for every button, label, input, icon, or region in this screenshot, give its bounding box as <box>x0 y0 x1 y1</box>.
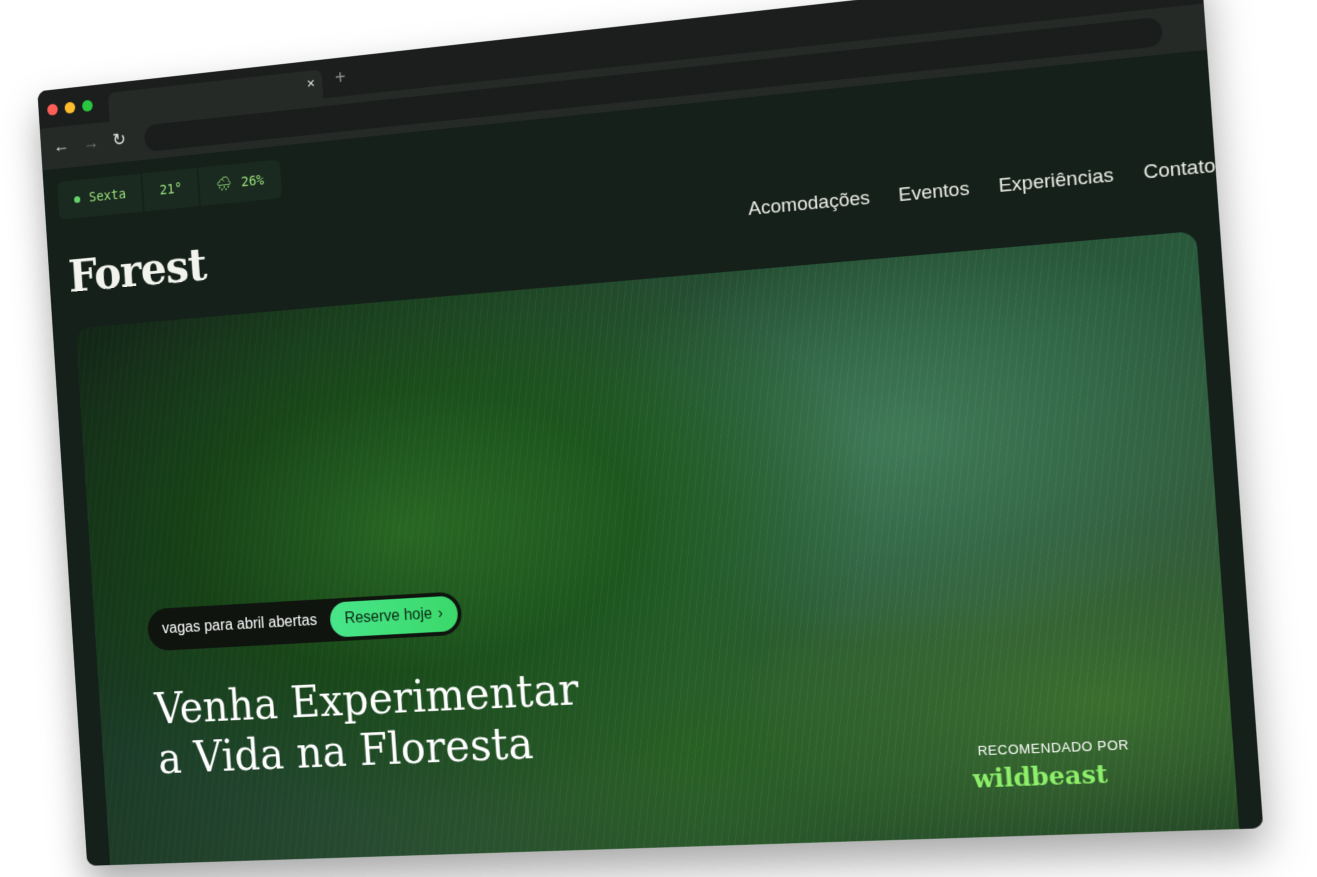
maximize-window-button[interactable] <box>81 99 94 113</box>
nav-item-events[interactable]: Eventos <box>898 178 970 207</box>
main-nav: Acomodações Eventos Experiências Contato <box>748 155 1217 221</box>
hero-headline: Venha Experimentar a Vida na Floresta <box>153 664 584 785</box>
window-controls <box>46 99 94 116</box>
nav-item-accommodations[interactable]: Acomodações <box>748 188 871 222</box>
nav-item-experiences[interactable]: Experiências <box>998 165 1115 199</box>
new-tab-button[interactable]: + <box>334 67 346 90</box>
chevron-right-icon: › <box>437 605 444 623</box>
close-tab-icon[interactable]: × <box>306 75 315 92</box>
weather-day: Sexta <box>88 186 127 206</box>
announcement-text: vagas para abril abertas <box>161 612 318 638</box>
back-icon[interactable]: ← <box>53 135 70 156</box>
reserve-button[interactable]: Reserve hoje › <box>328 595 460 638</box>
browser-window: × + ⋮ ← → ↻ Sexta 21° <box>37 0 1264 866</box>
status-dot-icon <box>73 195 81 203</box>
forward-icon[interactable]: → <box>82 132 99 154</box>
reload-icon[interactable]: ↻ <box>112 129 127 150</box>
site-logo[interactable]: Forest <box>67 238 208 302</box>
close-window-button[interactable] <box>46 103 59 116</box>
weather-temp-cell: 21° <box>142 167 202 212</box>
website: Sexta 21° 🌧 26% Forest Acomodações Event… <box>42 49 1264 866</box>
weather-widget: Sexta 21° 🌧 26% <box>57 159 282 220</box>
minimize-window-button[interactable] <box>64 101 76 114</box>
reserve-button-label: Reserve hoje <box>344 605 433 628</box>
nav-item-contact[interactable]: Contato <box>1143 155 1217 185</box>
rain-cloud-icon: 🌧 <box>215 175 233 193</box>
weather-rain-cell: 🌧 26% <box>199 159 282 205</box>
weather-temperature: 21° <box>159 180 183 199</box>
rain-chance: 26% <box>240 172 265 191</box>
weather-day-cell: Sexta <box>57 173 145 220</box>
hero-banner: vagas para abril abertas Reserve hoje › … <box>75 230 1241 866</box>
recommended-brand-logo: wildbeast <box>971 758 1109 794</box>
